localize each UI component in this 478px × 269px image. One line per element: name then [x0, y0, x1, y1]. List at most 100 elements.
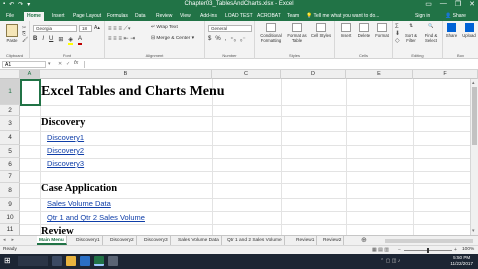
tab-team[interactable]: Team — [287, 13, 299, 19]
align-horizontal-icons[interactable]: ≡ ≡ ≡ ⇤ ⇥ — [108, 35, 135, 43]
column-header-b[interactable]: B — [40, 70, 212, 79]
row-header-9[interactable]: 9 — [0, 198, 20, 211]
clock[interactable]: 5:50 PM 11/22/2017 — [450, 255, 473, 267]
column-header-a[interactable]: A — [20, 70, 40, 79]
tab-formulas[interactable]: Formulas — [107, 13, 128, 19]
system-tray-icons[interactable]: ⌃ ▢ ◫ ♪ — [380, 258, 400, 264]
tab-home[interactable]: Home — [24, 12, 44, 21]
row-header-10[interactable]: 10 — [0, 211, 20, 224]
sheet-tab-sales-volume-data[interactable]: Sales Volume Data — [176, 236, 222, 245]
column-header-f[interactable]: F — [413, 70, 478, 79]
accounting-button[interactable]: $ — [208, 36, 211, 43]
windows-start-icon[interactable]: ⊞ — [4, 257, 11, 265]
insert-cells-button[interactable]: Insert — [337, 23, 355, 38]
task-view-icon[interactable] — [52, 256, 62, 266]
format-painter-icon[interactable]: 🖌 — [22, 37, 28, 43]
row-header-3[interactable]: 3 — [0, 116, 20, 131]
paste-button[interactable]: Paste — [3, 24, 21, 43]
cancel-icon[interactable]: ✕ — [58, 61, 62, 67]
zoom-in-icon[interactable]: + — [454, 247, 457, 253]
name-box-dropdown-icon[interactable]: ▾ — [48, 61, 51, 67]
tab-load-test[interactable]: LOAD TEST — [225, 13, 253, 19]
row-header-8[interactable]: 8 — [0, 183, 20, 198]
increase-decimal-icon[interactable]: ⁺₀ — [230, 36, 236, 43]
vertical-scrollbar[interactable]: ▴ ▾ — [470, 79, 478, 235]
row-header-2[interactable]: 2 — [0, 105, 20, 116]
column-header-d[interactable]: D — [281, 70, 346, 79]
decrease-decimal-icon[interactable]: ₀⁻ — [240, 36, 246, 43]
format-as-table-button[interactable]: Format as Table — [286, 23, 308, 43]
tab-view[interactable]: View — [180, 13, 191, 19]
italic-button[interactable]: I — [42, 36, 44, 45]
tab-add-ins[interactable]: Add-ins — [200, 13, 217, 19]
format-cells-button[interactable]: Format — [373, 23, 391, 38]
insert-function-button[interactable]: fx — [74, 60, 78, 66]
zoom-out-icon[interactable]: − — [398, 247, 401, 253]
autosum-icon[interactable]: Σ — [395, 24, 400, 31]
sheet-tab-main-menu[interactable]: Main Menu — [37, 236, 67, 245]
file-explorer-icon[interactable] — [66, 256, 76, 266]
grow-font-icon[interactable]: A▴ — [94, 25, 100, 31]
sheet-tab-review2[interactable]: Review2 — [321, 236, 345, 245]
enter-icon[interactable]: ✓ — [66, 61, 70, 67]
tab-file[interactable]: File — [6, 13, 14, 19]
tab-page-layout[interactable]: Page Layout — [73, 13, 101, 19]
conditional-formatting-button[interactable]: Conditional Formatting — [257, 23, 285, 43]
underline-button[interactable]: U — [49, 36, 53, 45]
sheet-tab-discovery2[interactable]: Discovery2 — [108, 236, 137, 245]
row-header-7[interactable]: 7 — [0, 171, 20, 183]
fill-color-icon[interactable]: ◈ — [68, 36, 74, 45]
tab-review[interactable]: Review — [156, 13, 172, 19]
ribbon-display-icon[interactable]: ▭ — [425, 0, 432, 8]
fill-icon[interactable]: ⬇ — [395, 31, 400, 38]
row-header-6[interactable]: 6 — [0, 158, 20, 171]
comma-button[interactable]: , — [225, 36, 227, 43]
discovery3-link[interactable]: Discovery3 — [47, 159, 84, 168]
tab-acrobat[interactable]: ACROBAT — [257, 13, 281, 19]
sort-filter-button[interactable]: ⇅ Sort & Filter — [401, 23, 421, 43]
add-sheet-icon[interactable]: ⊕ — [361, 236, 367, 244]
worksheet-grid[interactable]: Excel Tables and Charts Menu Discovery D… — [20, 79, 470, 235]
borders-icon[interactable]: ⊞ — [58, 36, 63, 45]
horizontal-scrollbar[interactable] — [385, 239, 473, 243]
find-select-button[interactable]: 🔍 Find & Select — [421, 23, 441, 43]
tab-scroll-right-icon[interactable]: ▸ — [12, 237, 15, 243]
sheet-tab-discovery3[interactable]: Discovery3 — [142, 236, 171, 245]
number-format-select[interactable]: General — [208, 25, 252, 32]
scroll-up-icon[interactable]: ▴ — [472, 80, 475, 86]
font-color-button[interactable]: A — [78, 36, 83, 45]
zoom-level[interactable]: 100% — [462, 247, 474, 252]
share-button[interactable]: Share — [443, 23, 460, 38]
clear-icon[interactable]: ◇ — [395, 38, 400, 45]
sign-in-link[interactable]: Sign in — [415, 13, 430, 19]
qtr-sales-volume-link[interactable]: Qtr 1 and Qtr 2 Sales Volume — [47, 213, 145, 222]
cell-styles-button[interactable]: Cell Styles — [310, 23, 332, 38]
tab-insert[interactable]: Insert — [52, 13, 65, 19]
bold-button[interactable]: B — [33, 36, 37, 45]
formula-input[interactable] — [84, 61, 472, 68]
font-size-select[interactable]: 18 — [79, 25, 92, 32]
sheet-tab-review1[interactable]: Review1 — [294, 236, 318, 245]
discovery1-link[interactable]: Discovery1 — [47, 133, 84, 142]
percent-button[interactable]: % — [215, 36, 220, 43]
browser-icon[interactable] — [80, 256, 90, 266]
page-view-icons[interactable]: ▦ ▤ ▥ — [372, 247, 389, 253]
name-box[interactable]: A1 — [2, 61, 46, 68]
tell-me-search[interactable]: 💡 Tell me what you want to do... — [306, 13, 379, 19]
close-button[interactable]: ✕ — [469, 0, 475, 8]
search-box[interactable] — [18, 256, 48, 266]
row-header-11[interactable]: 11 — [0, 224, 20, 235]
active-cell-a1[interactable] — [20, 79, 41, 106]
scroll-thumb[interactable] — [472, 87, 477, 145]
row-header-1[interactable]: 1 — [0, 79, 20, 105]
row-header-4[interactable]: 4 — [0, 131, 20, 145]
column-header-e[interactable]: E — [346, 70, 413, 79]
restore-button[interactable]: ❐ — [455, 0, 461, 8]
upload-button[interactable]: Upload — [460, 23, 478, 38]
minimize-button[interactable]: — — [440, 0, 447, 8]
excel-taskbar-icon[interactable] — [94, 256, 104, 266]
align-top-icons[interactable]: ≡ ≡ ≡ ⟋▾ — [108, 25, 131, 33]
sales-volume-data-link[interactable]: Sales Volume Data — [47, 199, 111, 208]
discovery2-link[interactable]: Discovery2 — [47, 146, 84, 155]
app-icon[interactable] — [108, 256, 118, 266]
